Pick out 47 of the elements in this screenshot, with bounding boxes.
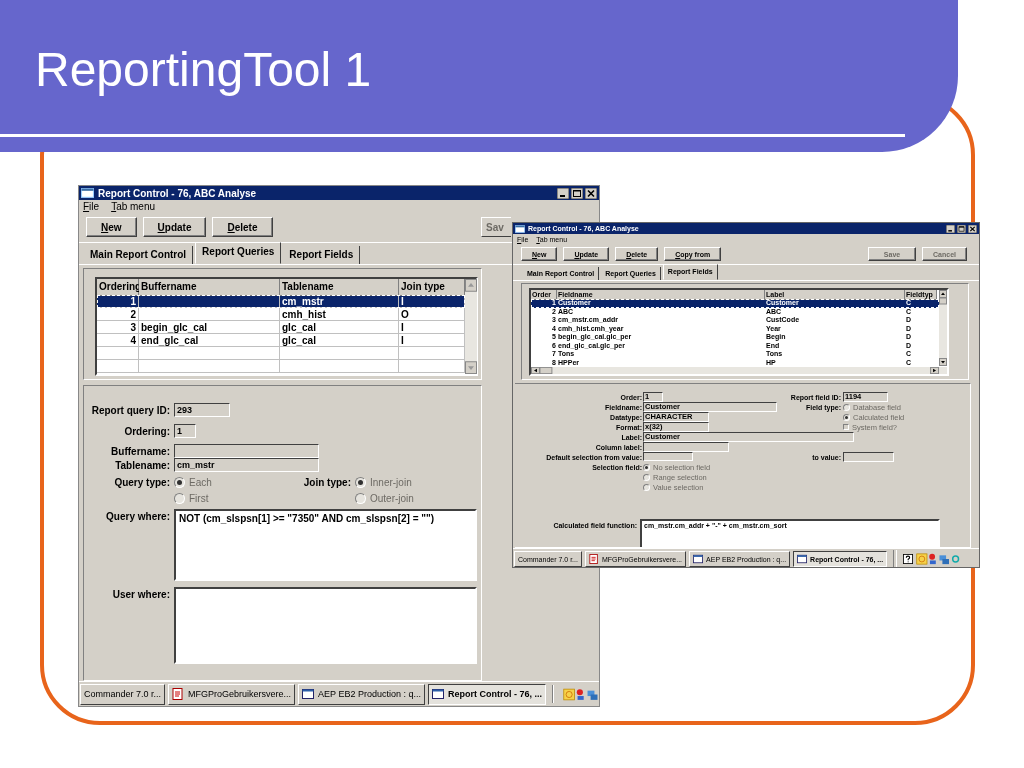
tab[interactable]: Main Report Control xyxy=(84,246,194,264)
field-label: Query where: xyxy=(105,510,171,522)
taskbar-button[interactable]: Commander 7.0 r... xyxy=(80,683,166,705)
table-cell: cm_mstr xyxy=(280,295,399,308)
taskbar-button[interactable]: AEP EB2 Production : q... xyxy=(298,683,425,705)
table-row[interactable]: 2 cmh_hist O xyxy=(97,308,465,321)
column-header[interactable]: Join type xyxy=(399,279,465,296)
taskbar-button[interactable]: MFGProGebruikersvere... xyxy=(168,683,296,705)
slide-title: ReportingTool 1 xyxy=(35,42,372,98)
text-field[interactable]: 1 xyxy=(174,424,196,438)
table-row[interactable]: 3 begin_glc_cal glc_cal I xyxy=(97,321,465,334)
toolbar-button[interactable]: New xyxy=(86,217,137,237)
menu-item[interactable]: Tab menu xyxy=(111,201,156,212)
table-cell: begin_glc_cal xyxy=(139,321,280,334)
tab[interactable]: Report Fields xyxy=(283,246,361,264)
text-field[interactable]: cm_mstr xyxy=(174,458,319,472)
toolbar-button[interactable]: Delete xyxy=(212,217,273,237)
field-label: Ordering: xyxy=(123,425,171,437)
text-area[interactable]: NOT (cm_slspsn[1] >= "7350" AND cm_slspsn[2] = "") xyxy=(174,509,477,581)
table-row[interactable]: 4 end_glc_cal glc_cal I xyxy=(97,334,465,347)
table-cell: 2 xyxy=(97,308,139,321)
radio-label: First xyxy=(189,492,209,504)
table-cell: 1 xyxy=(97,295,139,308)
table-cell: glc_cal xyxy=(280,321,399,334)
field-label: Buffername: xyxy=(110,445,171,457)
table-cell: end_glc_cal xyxy=(139,334,280,347)
field-label: Tablename: xyxy=(114,459,171,471)
table-row[interactable]: 1 cm_mstr I xyxy=(97,295,465,308)
taskbar-button[interactable]: Report Control - 76, ... xyxy=(428,683,546,705)
field-label: Query type: xyxy=(114,476,170,488)
column-header[interactable]: Buffername xyxy=(139,279,280,296)
field-label: Report query ID: xyxy=(90,404,171,416)
text-field[interactable]: 293 xyxy=(174,403,230,417)
radio-label: Each xyxy=(189,476,212,488)
table-cell: cmh_hist xyxy=(280,308,399,321)
table-cell: glc_cal xyxy=(280,334,399,347)
tab[interactable]: Report Queries xyxy=(195,242,282,264)
column-header[interactable]: Tablename xyxy=(280,279,399,296)
radio-label: Inner-join xyxy=(370,476,412,488)
toolbar-button[interactable]: Update xyxy=(142,217,207,237)
table-cell: 3 xyxy=(97,321,139,334)
field-label: Join type: xyxy=(303,476,351,488)
radio-label: Outer-join xyxy=(370,492,414,504)
field-label: User where: xyxy=(111,588,171,600)
table-cell: 4 xyxy=(97,334,139,347)
menu-item[interactable]: File xyxy=(83,201,100,212)
window-title: Report Control - 76, ABC Analyse xyxy=(98,187,257,199)
